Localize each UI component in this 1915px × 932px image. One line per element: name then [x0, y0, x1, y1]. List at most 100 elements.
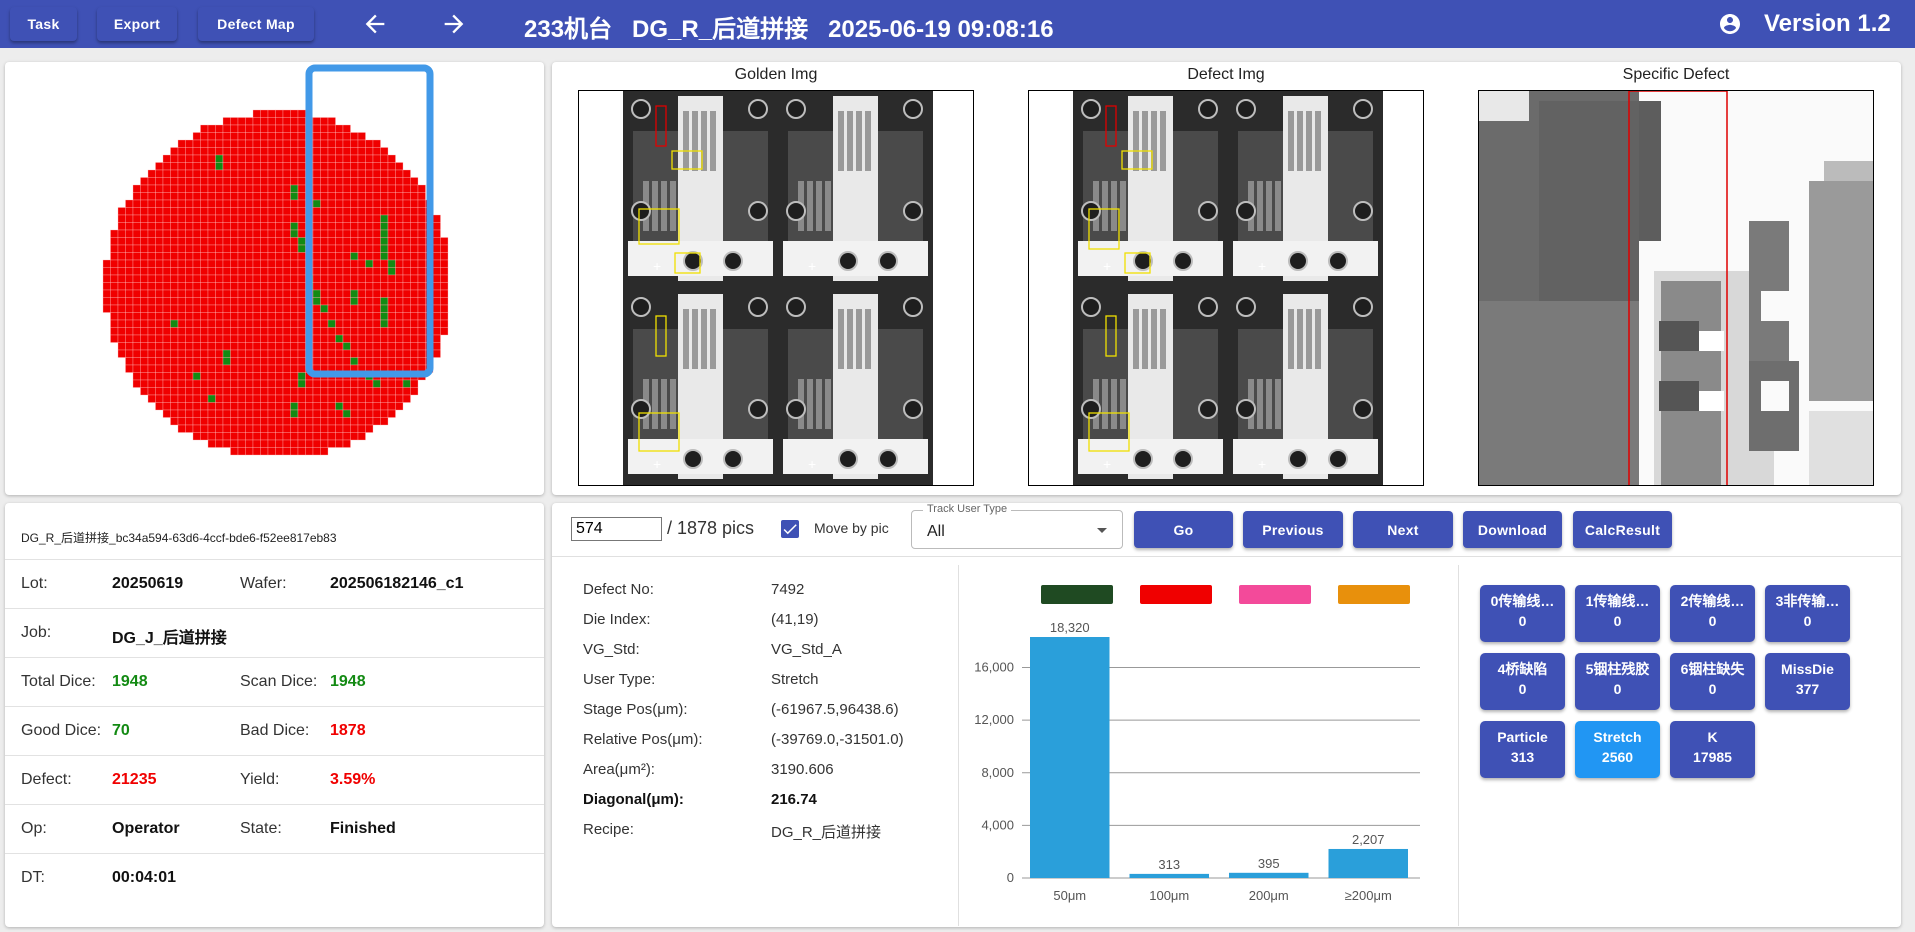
die-cell[interactable] — [342, 282, 351, 291]
die-cell[interactable] — [440, 252, 449, 261]
die-cell[interactable] — [365, 417, 374, 426]
die-cell[interactable] — [387, 312, 396, 321]
die-cell[interactable] — [147, 207, 156, 216]
die-cell[interactable] — [387, 394, 396, 403]
die-cell[interactable] — [192, 252, 201, 261]
die-cell[interactable] — [162, 229, 171, 238]
die-cell[interactable] — [380, 379, 389, 388]
die-cell[interactable] — [177, 297, 186, 306]
die-cell[interactable] — [125, 304, 134, 313]
die-cell[interactable] — [140, 229, 149, 238]
die-cell[interactable] — [402, 229, 411, 238]
die-cell[interactable] — [207, 432, 216, 441]
die-cell[interactable] — [215, 402, 224, 411]
die-cell[interactable] — [222, 297, 231, 306]
die-cell[interactable] — [275, 252, 284, 261]
die-cell[interactable] — [290, 432, 299, 441]
die-cell[interactable] — [350, 184, 359, 193]
die-cell[interactable] — [185, 357, 194, 366]
die-cell[interactable] — [380, 394, 389, 403]
die-cell[interactable] — [365, 394, 374, 403]
die-cell[interactable] — [312, 229, 321, 238]
die-cell[interactable] — [282, 334, 291, 343]
die-cell[interactable] — [282, 319, 291, 328]
die-cell[interactable] — [245, 282, 254, 291]
die-cell[interactable] — [410, 229, 419, 238]
die-cell[interactable] — [215, 252, 224, 261]
die-cell[interactable] — [147, 267, 156, 276]
die-cell[interactable] — [185, 139, 194, 148]
die-cell[interactable] — [275, 139, 284, 148]
die-cell[interactable] — [192, 372, 201, 381]
die-cell[interactable] — [297, 364, 306, 373]
die-cell[interactable] — [237, 447, 246, 456]
die-cell[interactable] — [252, 417, 261, 426]
die-cell[interactable] — [110, 259, 119, 268]
die-cell[interactable] — [327, 177, 336, 186]
die-cell[interactable] — [200, 229, 209, 238]
die-cell[interactable] — [282, 207, 291, 216]
die-cell[interactable] — [387, 252, 396, 261]
die-cell[interactable] — [237, 252, 246, 261]
die-cell[interactable] — [140, 184, 149, 193]
die-cell[interactable] — [335, 319, 344, 328]
die-cell[interactable] — [432, 282, 441, 291]
die-cell[interactable] — [365, 274, 374, 283]
die-cell[interactable] — [312, 192, 321, 201]
die-cell[interactable] — [387, 342, 396, 351]
die-cell[interactable] — [252, 139, 261, 148]
die-cell[interactable] — [327, 199, 336, 208]
die-cell[interactable] — [432, 252, 441, 261]
die-cell[interactable] — [177, 222, 186, 231]
die-cell[interactable] — [260, 402, 269, 411]
die-cell[interactable] — [177, 237, 186, 246]
die-cell[interactable] — [155, 282, 164, 291]
die-cell[interactable] — [410, 334, 419, 343]
die-cell[interactable] — [290, 229, 299, 238]
die-cell[interactable] — [252, 109, 261, 118]
die-cell[interactable] — [350, 349, 359, 358]
die-cell[interactable] — [335, 162, 344, 171]
die-cell[interactable] — [132, 342, 141, 351]
die-cell[interactable] — [327, 124, 336, 133]
die-cell[interactable] — [207, 349, 216, 358]
die-cell[interactable] — [207, 297, 216, 306]
die-cell[interactable] — [387, 297, 396, 306]
die-cell[interactable] — [245, 439, 254, 448]
die-cell[interactable] — [245, 177, 254, 186]
die-cell[interactable] — [200, 424, 209, 433]
die-cell[interactable] — [312, 334, 321, 343]
die-cell[interactable] — [102, 274, 111, 283]
die-cell[interactable] — [357, 132, 366, 141]
die-cell[interactable] — [402, 327, 411, 336]
die-cell[interactable] — [192, 222, 201, 231]
die-cell[interactable] — [110, 319, 119, 328]
die-cell[interactable] — [200, 139, 209, 148]
die-cell[interactable] — [260, 319, 269, 328]
die-cell[interactable] — [170, 207, 179, 216]
die-cell[interactable] — [312, 447, 321, 456]
die-cell[interactable] — [297, 394, 306, 403]
die-cell[interactable] — [357, 169, 366, 178]
wafer-map[interactable] — [5, 62, 544, 495]
die-cell[interactable] — [342, 124, 351, 133]
die-cell[interactable] — [342, 432, 351, 441]
die-cell[interactable] — [207, 177, 216, 186]
die-cell[interactable] — [192, 387, 201, 396]
die-cell[interactable] — [192, 432, 201, 441]
die-cell[interactable] — [372, 349, 381, 358]
die-cell[interactable] — [230, 267, 239, 276]
die-cell[interactable] — [132, 192, 141, 201]
die-cell[interactable] — [237, 169, 246, 178]
die-cell[interactable] — [200, 154, 209, 163]
die-cell[interactable] — [290, 364, 299, 373]
die-cell[interactable] — [402, 319, 411, 328]
die-cell[interactable] — [192, 312, 201, 321]
die-cell[interactable] — [177, 214, 186, 223]
die-cell[interactable] — [185, 147, 194, 156]
die-cell[interactable] — [290, 417, 299, 426]
die-cell[interactable] — [267, 109, 276, 118]
die-cell[interactable] — [207, 214, 216, 223]
die-cell[interactable] — [327, 394, 336, 403]
die-cell[interactable] — [207, 252, 216, 261]
